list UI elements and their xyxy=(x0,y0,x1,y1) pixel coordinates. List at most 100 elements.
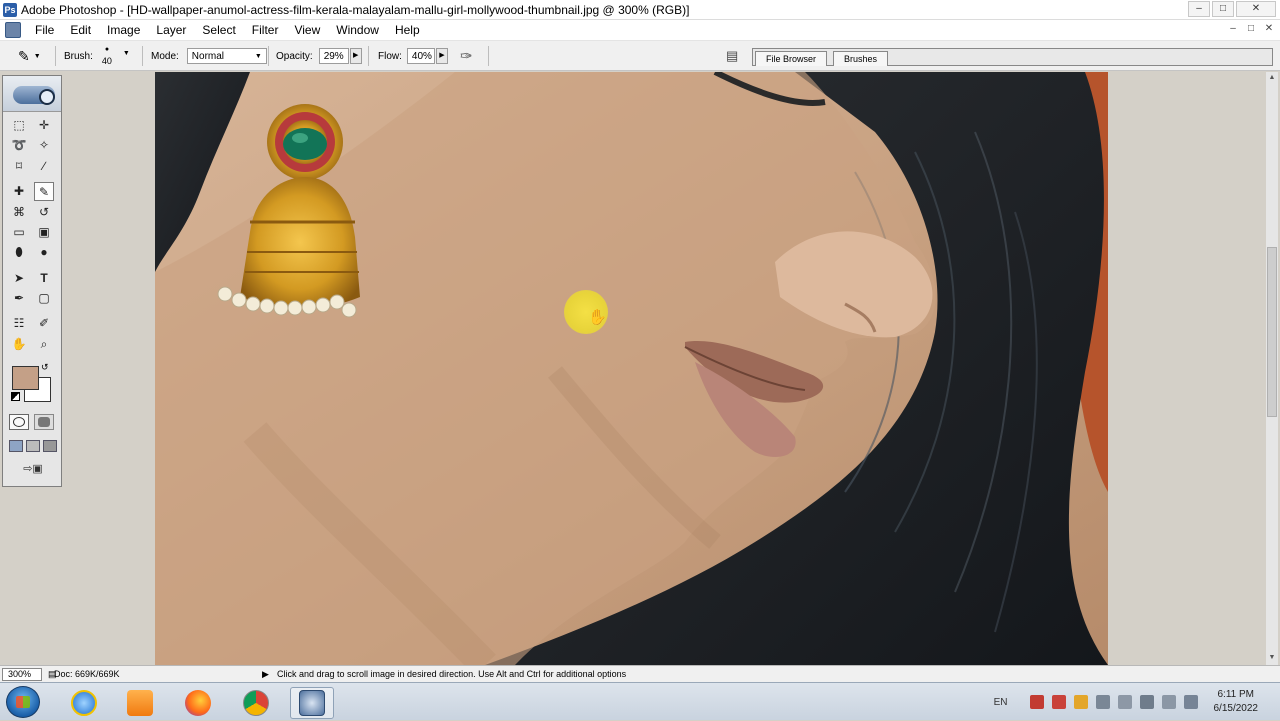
standard-mode-icon xyxy=(13,417,25,427)
flow-value: 40% xyxy=(411,50,432,62)
tray-usb-icon[interactable] xyxy=(1117,695,1132,709)
menu-help[interactable]: Help xyxy=(387,20,428,41)
path-selection-tool[interactable]: ➤ xyxy=(9,269,29,288)
scroll-down-icon[interactable]: ▼ xyxy=(1268,654,1276,661)
screen-mode-full-button[interactable] xyxy=(43,440,57,452)
magic-wand-tool[interactable]: ✧ xyxy=(34,136,54,155)
type-tool[interactable]: T xyxy=(34,269,54,288)
brush-tip-icon: ● xyxy=(104,46,110,53)
blur-tool[interactable]: ⬮ xyxy=(9,243,29,262)
foreground-color-swatch[interactable] xyxy=(12,366,39,390)
menu-view[interactable]: View xyxy=(286,20,328,41)
zoom-level-field[interactable]: 300% xyxy=(2,668,42,681)
brush-tool[interactable]: ✎ xyxy=(34,182,54,201)
default-colors-icon[interactable] xyxy=(11,392,20,401)
mode-select[interactable]: Normal ▼ xyxy=(186,48,267,64)
photoshop-icon xyxy=(299,690,325,716)
flow-input[interactable]: 40% xyxy=(406,48,435,64)
palette-well: File Browser Brushes xyxy=(752,48,1273,66)
image-canvas[interactable] xyxy=(155,72,1108,665)
history-brush-tool[interactable]: ↺ xyxy=(34,203,54,222)
slice-tool[interactable]: ∕ xyxy=(34,157,54,176)
tab-brushes[interactable]: Brushes xyxy=(833,51,889,66)
tray-signal-icon[interactable] xyxy=(1183,695,1198,709)
tray-volume-icon[interactable] xyxy=(1139,695,1154,709)
tray-update-icon[interactable] xyxy=(1073,695,1088,709)
chrome-taskbar-button[interactable] xyxy=(234,687,278,719)
menu-image[interactable]: Image xyxy=(99,20,148,41)
close-button[interactable]: ✕ xyxy=(1236,1,1276,17)
media-player-taskbar-button[interactable] xyxy=(118,687,162,719)
hand-tool[interactable]: ✋ xyxy=(9,335,29,354)
clock-time: 6:11 PM xyxy=(1217,689,1255,700)
brush-label: Brush: xyxy=(64,50,93,62)
pen-tool[interactable]: ✒ xyxy=(9,289,29,308)
menu-filter[interactable]: Filter xyxy=(244,20,287,41)
maximize-button[interactable]: □ xyxy=(1212,1,1234,17)
status-hint: Click and drag to scroll image in desire… xyxy=(277,669,627,679)
start-button[interactable] xyxy=(6,686,40,718)
internet-explorer-taskbar-button[interactable] xyxy=(62,687,106,719)
lasso-tool[interactable]: ➰ xyxy=(9,136,29,155)
status-menu-arrow-icon[interactable]: ▶ xyxy=(262,668,269,681)
chevron-down-icon: ▼ xyxy=(33,52,41,60)
menu-window[interactable]: Window xyxy=(328,20,387,41)
clone-stamp-tool[interactable]: ⌘ xyxy=(9,203,29,222)
standard-mode-button[interactable] xyxy=(9,414,29,430)
language-indicator[interactable]: EN xyxy=(994,697,1008,708)
scroll-up-icon[interactable]: ▲ xyxy=(1268,74,1276,81)
clock-date: 6/15/2022 xyxy=(1213,703,1259,714)
tray-security-icon[interactable] xyxy=(1051,695,1066,709)
tab-file-browser[interactable]: File Browser xyxy=(755,51,828,66)
zoom-tool[interactable]: ⌕ xyxy=(34,335,54,354)
notes-tool[interactable]: ☷ xyxy=(9,314,29,333)
swap-colors-icon[interactable]: ↺ xyxy=(41,362,49,373)
opacity-label: Opacity: xyxy=(276,50,313,62)
opacity-input[interactable]: 29% xyxy=(318,48,349,64)
taskbar: EN 6:11 PM 6/15/2022 xyxy=(0,682,1280,720)
menu-layer[interactable]: Layer xyxy=(148,20,194,41)
mode-value: Normal xyxy=(191,50,225,62)
screen-mode-full-menu-button[interactable] xyxy=(26,440,40,452)
opacity-slider-button[interactable]: ▶ xyxy=(349,48,362,64)
mode-label: Mode: xyxy=(151,50,179,62)
document-control-icon[interactable] xyxy=(5,22,21,38)
menu-select[interactable]: Select xyxy=(194,20,243,41)
palette-toggle-button[interactable]: ▤ xyxy=(726,41,738,71)
move-tool[interactable]: ✛ xyxy=(34,116,54,135)
tray-display-icon[interactable] xyxy=(1161,695,1176,709)
doc-close-button[interactable]: ✕ xyxy=(1262,23,1276,37)
tray-network-icon[interactable] xyxy=(1095,695,1110,709)
minimize-button[interactable]: – xyxy=(1188,1,1210,17)
dodge-tool[interactable]: ● xyxy=(34,243,54,262)
jump-to-imageready-button[interactable]: ⇨▣ xyxy=(11,462,55,478)
vertical-scrollbar[interactable]: ▲ ▼ xyxy=(1266,72,1278,665)
doc-size[interactable]: Doc: 669K/669K xyxy=(54,668,120,681)
shape-tool[interactable]: ▢ xyxy=(34,289,54,308)
quick-mask-icon xyxy=(38,417,50,427)
crop-tool[interactable]: ⌑ xyxy=(9,157,29,176)
system-tray: EN 6:11 PM 6/15/2022 xyxy=(994,683,1280,721)
doc-minimize-button[interactable]: – xyxy=(1226,23,1240,37)
brush-preset-picker[interactable]: ● 40 ▼ xyxy=(99,43,133,69)
flow-slider-button[interactable]: ▶ xyxy=(435,48,448,64)
photoshop-taskbar-button[interactable] xyxy=(290,687,334,719)
healing-brush-tool[interactable]: ✚ xyxy=(9,182,29,201)
screen-mode-standard-button[interactable] xyxy=(9,440,23,452)
gradient-tool[interactable]: ▣ xyxy=(34,223,54,242)
airbrush-button[interactable]: ✑ xyxy=(460,41,473,71)
chrome-icon xyxy=(243,690,269,716)
quick-mask-button[interactable] xyxy=(34,414,54,430)
menu-file[interactable]: File xyxy=(27,20,62,41)
doc-restore-button[interactable]: □ xyxy=(1244,23,1258,37)
toolbox-header[interactable] xyxy=(3,76,61,112)
eyedropper-tool[interactable]: ✐ xyxy=(34,314,54,333)
menu-edit[interactable]: Edit xyxy=(62,20,99,41)
marquee-tool[interactable]: ⬚ xyxy=(9,116,29,135)
tool-preset-picker[interactable]: ✎ ▼ xyxy=(18,41,41,71)
scrollbar-thumb[interactable] xyxy=(1267,247,1277,417)
clock[interactable]: 6:11 PM 6/15/2022 xyxy=(1214,688,1259,716)
eraser-tool[interactable]: ▭ xyxy=(9,223,29,242)
tray-app-icon[interactable] xyxy=(1029,695,1044,709)
firefox-taskbar-button[interactable] xyxy=(176,687,220,719)
